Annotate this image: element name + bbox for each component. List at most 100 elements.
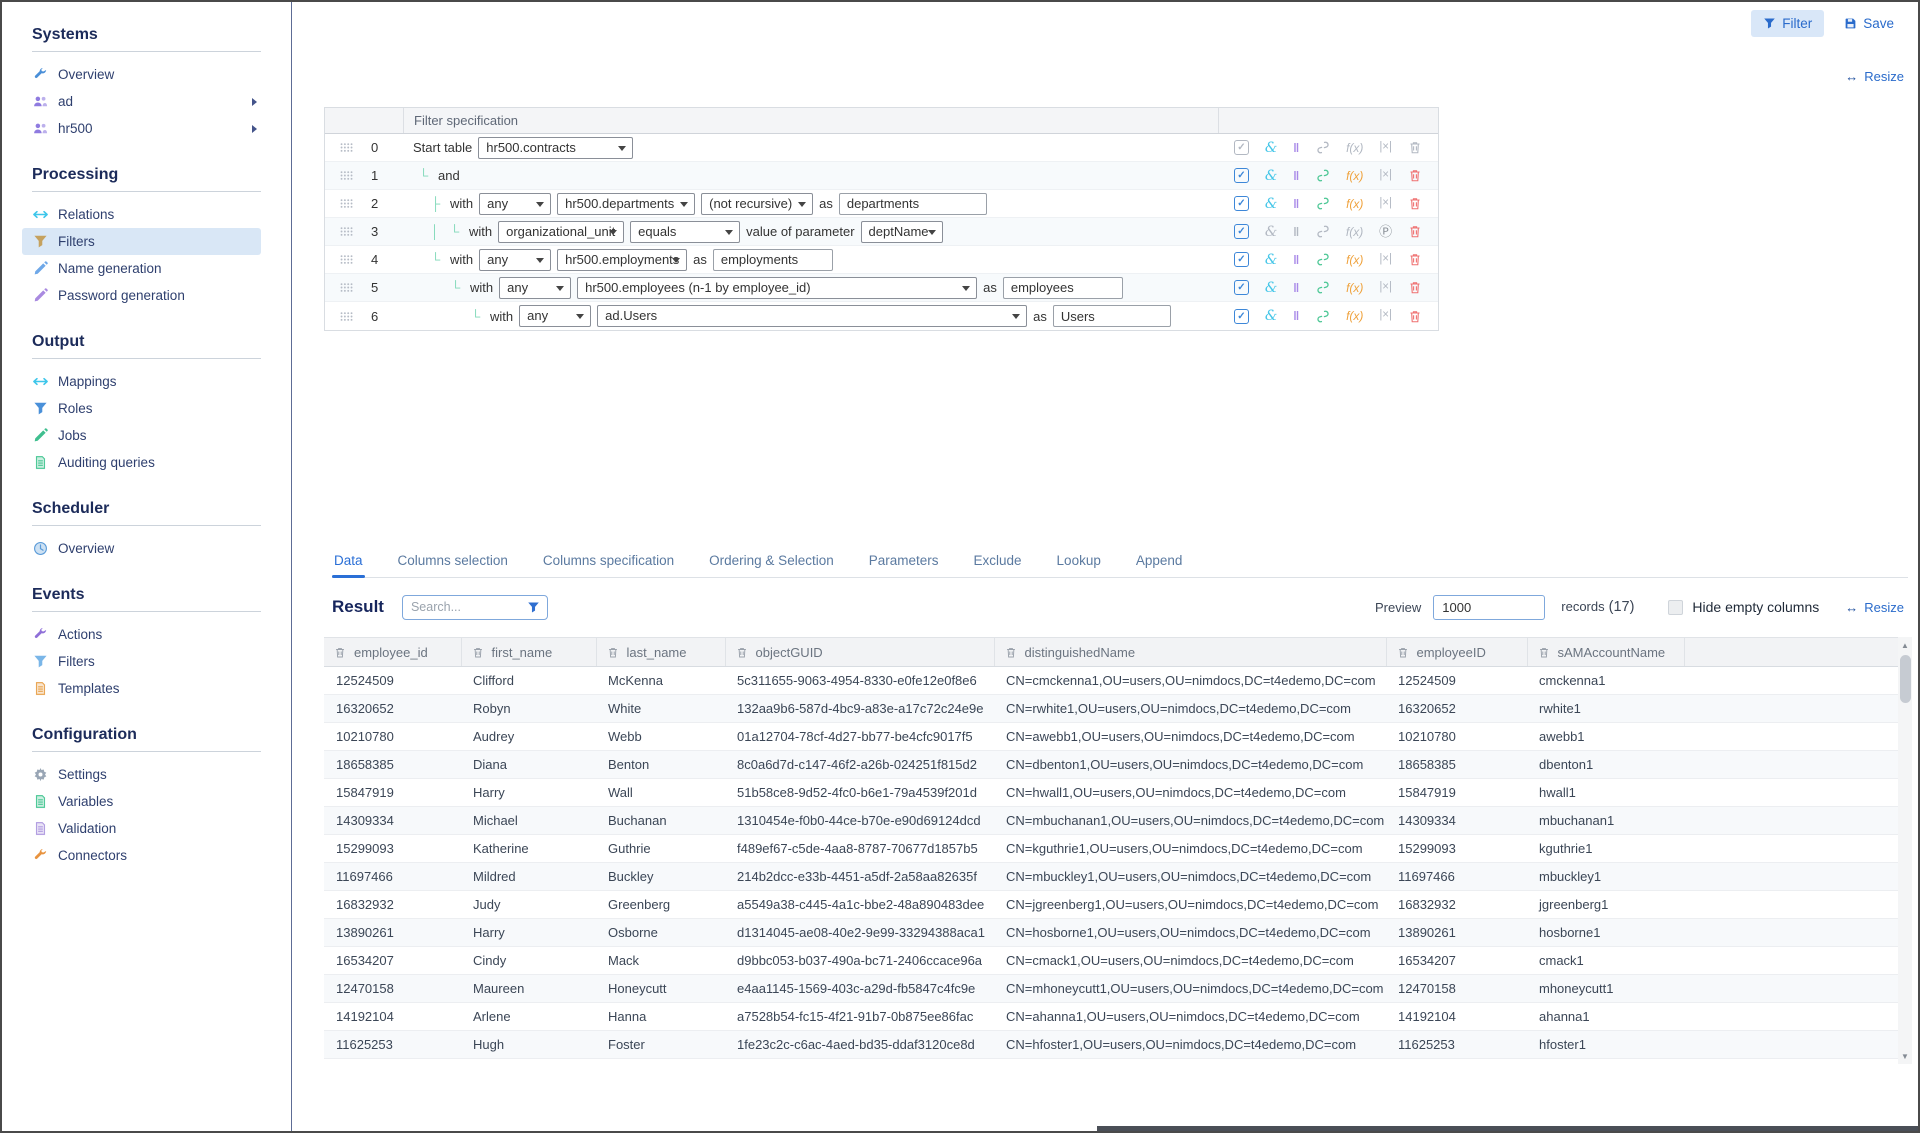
sidebar-item-roles[interactable]: Roles <box>22 395 261 422</box>
and-operator-icon[interactable]: & <box>1265 141 1277 155</box>
link-icon[interactable] <box>1316 280 1330 295</box>
search-funnel-icon[interactable] <box>527 601 540 614</box>
filter-input[interactable] <box>1053 305 1171 327</box>
drag-handle-icon[interactable] <box>325 227 359 236</box>
link-icon[interactable] <box>1316 309 1330 324</box>
delete-column-icon[interactable] <box>736 646 748 659</box>
filter-select[interactable]: hr500.employees (n-1 by employee_id) <box>577 277 977 299</box>
delete-row-icon[interactable] <box>1408 280 1422 295</box>
tab-columns-selection[interactable]: Columns selection <box>396 547 510 577</box>
parallel-icon[interactable]: ‖ <box>1293 254 1300 266</box>
parallel-icon[interactable]: ‖ <box>1293 170 1300 182</box>
function-icon[interactable]: f(x) <box>1346 310 1363 322</box>
resize-filter-link[interactable]: ↔ Resize <box>1845 69 1904 84</box>
absolute-icon[interactable]: |×| <box>1379 310 1392 322</box>
function-icon[interactable]: f(x) <box>1346 142 1363 154</box>
delete-column-icon[interactable] <box>1397 646 1409 659</box>
parameter-icon[interactable]: Ⓟ <box>1379 225 1392 238</box>
function-icon[interactable]: f(x) <box>1346 170 1363 182</box>
tab-ordering-selection[interactable]: Ordering & Selection <box>707 547 836 577</box>
and-operator-icon[interactable]: & <box>1265 253 1277 267</box>
delete-row-icon[interactable] <box>1408 309 1422 324</box>
tab-exclude[interactable]: Exclude <box>972 547 1024 577</box>
drag-handle-icon[interactable] <box>325 171 359 180</box>
sidebar-item-hr500[interactable]: hr500 <box>22 115 261 142</box>
enabled-checkbox[interactable]: ✓ <box>1234 224 1249 239</box>
filter-select[interactable]: deptName <box>861 221 943 243</box>
drag-handle-icon[interactable] <box>325 199 359 208</box>
delete-row-icon[interactable] <box>1408 252 1422 267</box>
chevron-right-icon[interactable] <box>252 125 257 133</box>
sidebar-item-variables[interactable]: Variables <box>22 788 261 815</box>
delete-row-icon[interactable] <box>1408 196 1422 211</box>
filter-select[interactable]: hr500.contracts <box>478 137 633 159</box>
sidebar-item-password-generation[interactable]: Password generation <box>22 282 261 309</box>
drag-handle-icon[interactable] <box>325 143 359 152</box>
resize-result-link[interactable]: ↔ Resize <box>1845 600 1904 615</box>
filter-input[interactable] <box>1003 277 1123 299</box>
parallel-icon[interactable]: ‖ <box>1293 142 1300 154</box>
delete-row-icon[interactable] <box>1408 168 1422 183</box>
sidebar-item-overview[interactable]: Overview <box>22 535 261 562</box>
link-icon[interactable] <box>1316 168 1330 183</box>
parallel-icon[interactable]: ‖ <box>1293 198 1300 210</box>
absolute-icon[interactable]: |×| <box>1379 170 1392 182</box>
sidebar-item-filters[interactable]: Filters <box>22 228 261 255</box>
sidebar-item-jobs[interactable]: Jobs <box>22 422 261 449</box>
sidebar-item-validation[interactable]: Validation <box>22 815 261 842</box>
link-icon[interactable] <box>1316 196 1330 211</box>
tab-append[interactable]: Append <box>1134 547 1185 577</box>
delete-column-icon[interactable] <box>334 646 346 659</box>
drag-handle-icon[interactable] <box>325 283 359 292</box>
scrollbar-up-button[interactable]: ▲ <box>1898 637 1912 653</box>
delete-column-icon[interactable] <box>607 646 619 659</box>
scrollbar-down-button[interactable]: ▼ <box>1898 1048 1912 1064</box>
filter-select[interactable]: any <box>479 249 551 271</box>
sidebar-item-auditing-queries[interactable]: Auditing queries <box>22 449 261 476</box>
save-button[interactable]: Save <box>1832 10 1906 37</box>
function-icon[interactable]: f(x) <box>1346 198 1363 210</box>
tab-lookup[interactable]: Lookup <box>1055 547 1103 577</box>
sidebar-item-name-generation[interactable]: Name generation <box>22 255 261 282</box>
absolute-icon[interactable]: |×| <box>1379 142 1392 154</box>
parallel-icon[interactable]: ‖ <box>1293 282 1300 294</box>
function-icon[interactable]: f(x) <box>1346 282 1363 294</box>
filter-select[interactable]: equals <box>630 221 740 243</box>
hide-empty-columns-checkbox[interactable] <box>1668 600 1683 615</box>
filter-select[interactable]: any <box>499 277 571 299</box>
table-scrollbar[interactable]: ▲ ▼ <box>1898 637 1912 1064</box>
delete-column-icon[interactable] <box>1538 646 1550 659</box>
filter-select[interactable]: hr500.employments <box>557 249 687 271</box>
absolute-icon[interactable]: |×| <box>1379 282 1392 294</box>
function-icon[interactable]: f(x) <box>1346 226 1363 238</box>
enabled-checkbox[interactable]: ✓ <box>1234 140 1249 155</box>
enabled-checkbox[interactable]: ✓ <box>1234 309 1249 324</box>
sidebar-item-filters[interactable]: Filters <box>22 648 261 675</box>
chevron-right-icon[interactable] <box>252 98 257 106</box>
and-operator-icon[interactable]: & <box>1265 225 1277 239</box>
filter-select[interactable]: hr500.departments <box>557 193 695 215</box>
sidebar-item-actions[interactable]: Actions <box>22 621 261 648</box>
sidebar-item-ad[interactable]: ad <box>22 88 261 115</box>
link-icon[interactable] <box>1316 140 1330 155</box>
delete-column-icon[interactable] <box>472 646 484 659</box>
delete-row-icon[interactable] <box>1408 224 1422 239</box>
enabled-checkbox[interactable]: ✓ <box>1234 168 1249 183</box>
sidebar-item-relations[interactable]: Relations <box>22 201 261 228</box>
absolute-icon[interactable]: |×| <box>1379 198 1392 210</box>
filter-select[interactable]: ad.Users <box>597 305 1027 327</box>
and-operator-icon[interactable]: & <box>1265 169 1277 183</box>
filter-input[interactable] <box>713 249 833 271</box>
enabled-checkbox[interactable]: ✓ <box>1234 280 1249 295</box>
search-input[interactable] <box>403 600 598 614</box>
sidebar-item-connectors[interactable]: Connectors <box>22 842 261 869</box>
tab-parameters[interactable]: Parameters <box>867 547 941 577</box>
link-icon[interactable] <box>1316 252 1330 267</box>
sidebar-item-mappings[interactable]: Mappings <box>22 368 261 395</box>
delete-column-icon[interactable] <box>1005 646 1017 659</box>
and-operator-icon[interactable]: & <box>1265 309 1277 323</box>
and-operator-icon[interactable]: & <box>1265 281 1277 295</box>
filter-select[interactable]: any <box>519 305 591 327</box>
sidebar-item-templates[interactable]: Templates <box>22 675 261 702</box>
and-operator-icon[interactable]: & <box>1265 197 1277 211</box>
